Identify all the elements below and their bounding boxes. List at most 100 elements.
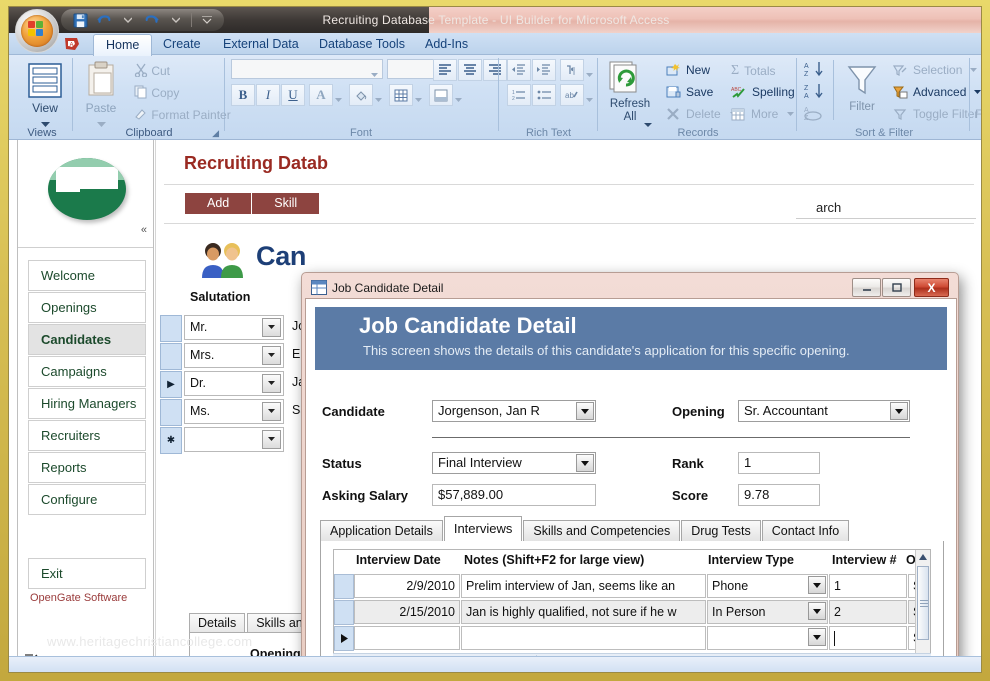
tab-contact-info[interactable]: Contact Info [761, 520, 850, 541]
label-rank: Rank [672, 456, 704, 471]
row-selector-current[interactable] [334, 626, 354, 651]
column-header-interview-number[interactable]: Interview # [832, 553, 897, 567]
cell-notes[interactable] [461, 626, 706, 650]
chevron-down-icon[interactable] [262, 346, 281, 365]
cell-salutation[interactable]: Mrs. [184, 343, 284, 368]
candidate-value: Jorgenson, Jan R [438, 403, 540, 418]
chevron-down-icon[interactable] [808, 602, 826, 620]
column-header-interview-date[interactable]: Interview Date [356, 553, 441, 567]
tab-database-tools[interactable]: Database Tools [307, 34, 417, 55]
column-header-interview-type[interactable]: Interview Type [708, 553, 794, 567]
group-label-views: Views [27, 127, 57, 139]
cell-interview-number[interactable]: 2 [829, 600, 907, 624]
cell-interview-type[interactable]: Phone [707, 574, 828, 598]
chevron-down-icon[interactable] [576, 454, 594, 472]
cell-interview-number[interactable]: 1 [829, 574, 907, 598]
asking-salary-field[interactable]: $57,889.00 [432, 484, 596, 506]
chevron-down-icon[interactable] [262, 374, 281, 393]
chevron-down-icon[interactable] [262, 402, 281, 421]
row-selector[interactable] [160, 315, 182, 342]
chevron-down-icon[interactable] [890, 402, 908, 420]
close-button[interactable]: X [914, 278, 949, 297]
row-selector[interactable] [334, 600, 354, 625]
tab-application-details[interactable]: Application Details [320, 520, 443, 541]
sidebar-item-exit[interactable]: Exit [28, 558, 146, 589]
skill-button[interactable]: Skill [252, 193, 321, 214]
cell-interview-number[interactable] [829, 626, 907, 650]
chevron-down-icon[interactable] [576, 402, 594, 420]
save-icon[interactable] [71, 11, 89, 29]
redo-dropdown-icon[interactable] [167, 11, 185, 29]
cell-notes[interactable]: Prelim interview of Jan, seems like an [461, 574, 706, 598]
cell-notes[interactable]: Jan is highly qualified, not sure if he … [461, 600, 706, 624]
tab-home[interactable]: Home [93, 34, 153, 56]
cell-interview-type[interactable] [707, 626, 828, 650]
scrollbar-thumb[interactable] [917, 566, 929, 640]
candidate-combo[interactable]: Jorgenson, Jan R [432, 400, 596, 422]
ribbon-group-views: Views [12, 55, 72, 140]
score-field[interactable]: 9.78 [738, 484, 820, 506]
row-selector[interactable] [160, 343, 182, 370]
tab-interviews[interactable]: Interviews [443, 516, 523, 541]
label-asking-salary: Asking Salary [322, 488, 408, 503]
scroll-up-icon[interactable] [916, 550, 930, 564]
vendor-footer: OpenGate Software [30, 592, 128, 604]
cell-salutation[interactable]: Mr. [184, 315, 284, 340]
collapse-pane-icon[interactable]: « [141, 224, 147, 236]
divider [164, 223, 974, 224]
sidebar-item-campaigns[interactable]: Campaigns [28, 356, 146, 387]
tab-drug-tests[interactable]: Drug Tests [681, 520, 761, 541]
label-score: Score [672, 488, 709, 503]
office-button[interactable] [15, 9, 59, 53]
chevron-down-icon[interactable] [808, 628, 826, 646]
sidebar-item-configure[interactable]: Configure [28, 484, 146, 515]
row-selector-current[interactable]: ▶ [160, 371, 182, 398]
sidebar-item-welcome[interactable]: Welcome [28, 260, 146, 291]
cell-interview-date[interactable]: 2/9/2010 [354, 574, 460, 598]
undo-dropdown-icon[interactable] [119, 11, 137, 29]
cell-interview-type[interactable]: In Person [707, 600, 828, 624]
dialog-subtitle: This screen shows the details of this ca… [363, 343, 850, 358]
customize-quick-access-toolbar-icon[interactable] [198, 11, 216, 29]
undo-icon[interactable] [95, 11, 113, 29]
rank-field[interactable]: 1 [738, 452, 820, 474]
chevron-down-icon[interactable] [262, 318, 281, 337]
column-header-salutation[interactable]: Salutation [190, 290, 250, 304]
sidebar-item-recruiters[interactable]: Recruiters [28, 420, 146, 451]
cell-interview-date[interactable]: 2/15/2010 [354, 600, 460, 624]
office-logo-blue-square [36, 29, 43, 36]
add-button[interactable]: Add [185, 193, 253, 214]
tab-add-ins[interactable]: Add-Ins [413, 34, 480, 55]
sidebar-item-hiring-managers[interactable]: Hiring Managers [28, 388, 146, 419]
column-header-notes[interactable]: Notes (Shift+F2 for large view) [464, 553, 644, 567]
tab-create[interactable]: Create [151, 34, 213, 55]
row-selector-new[interactable]: ✱ [160, 427, 182, 454]
sidebar-item-candidates[interactable]: Candidates [28, 324, 146, 355]
sidebar-item-reports[interactable]: Reports [28, 452, 146, 483]
form-title: Recruiting Datab [184, 153, 329, 173]
chevron-down-icon[interactable] [262, 430, 281, 449]
maximize-button[interactable] [882, 278, 911, 297]
tab-external-data[interactable]: External Data [211, 34, 311, 55]
opening-combo[interactable]: Sr. Accountant [738, 400, 910, 422]
cell-salutation[interactable]: Ms. [184, 399, 284, 424]
office-logo-green-square [36, 21, 43, 28]
tab-skills-and-competencies[interactable]: Skills and Competencies [523, 520, 681, 541]
group-label-rich-text: Rich Text [525, 127, 572, 139]
row-selector[interactable] [334, 574, 354, 599]
cell-salutation[interactable] [184, 427, 284, 452]
group-label-records: Records [677, 127, 719, 139]
clipboard-dialog-launcher-icon[interactable]: ◢ [212, 128, 219, 139]
cell-salutation[interactable]: Dr. [184, 371, 284, 396]
sidebar-item-openings[interactable]: Openings [28, 292, 146, 323]
group-label-sort-filter: Sort & Filter [854, 127, 914, 139]
redo-icon[interactable] [143, 11, 161, 29]
tab-details[interactable]: Details [189, 613, 246, 633]
label-opening: Opening [672, 404, 725, 419]
chevron-down-icon[interactable] [808, 576, 826, 594]
quick-access-toolbar [61, 9, 224, 31]
minimize-button[interactable] [852, 278, 881, 297]
cell-interview-date[interactable] [354, 626, 460, 650]
status-combo[interactable]: Final Interview [432, 452, 596, 474]
row-selector[interactable] [160, 399, 182, 426]
